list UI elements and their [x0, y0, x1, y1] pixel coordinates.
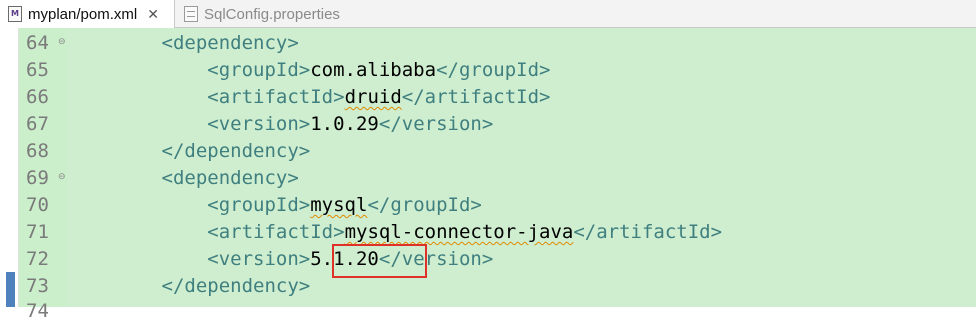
code-line[interactable]: 65 <groupId>com.alibaba</groupId>	[0, 57, 976, 84]
line-number: 71	[26, 221, 49, 243]
xml-tag: <artifactId>	[207, 86, 345, 108]
code-text[interactable]: <version>1.0.29</version>	[70, 111, 493, 138]
code-line[interactable]: 67 <version>1.0.29</version>	[0, 111, 976, 138]
xml-value: druid	[344, 86, 402, 108]
xml-tag: </artifactId>	[573, 221, 723, 243]
xml-value: 1.0.29	[310, 113, 379, 135]
xml-tag: <dependency>	[161, 167, 299, 189]
annotation-box	[332, 244, 427, 278]
code-text[interactable]: <groupId>com.alibaba</groupId>	[70, 57, 550, 84]
code-line[interactable]: 71 <artifactId>mysql-connector-java</art…	[0, 219, 976, 246]
line-number: 70	[26, 194, 49, 216]
code-line[interactable]: 66 <artifactId>druid</artifactId>	[0, 84, 976, 111]
line-number: 65	[26, 59, 49, 81]
xml-tag: </artifactId>	[401, 86, 551, 108]
code-text[interactable]: <version>5.1.20</version>	[70, 246, 493, 273]
line-number: 68	[26, 140, 49, 162]
xml-tag: </version>	[378, 113, 494, 135]
xml-tag: </dependency>	[161, 140, 311, 162]
maven-xml-file-icon: M	[8, 6, 22, 22]
code-line[interactable]: 68 </dependency>	[0, 138, 976, 165]
code-line[interactable]: 64 ⊖ <dependency>	[0, 30, 976, 57]
xml-value: mysql	[310, 194, 368, 216]
xml-tag: <version>	[207, 248, 311, 270]
xml-tag: <artifactId>	[207, 221, 345, 243]
code-text[interactable]: <dependency>	[70, 165, 299, 192]
code-text[interactable]: </dependency>	[70, 138, 311, 165]
code-text[interactable]: <artifactId>mysql-connector-java</artifa…	[70, 219, 722, 246]
xml-tag: </groupId>	[436, 59, 551, 81]
code-line[interactable]: 69 ⊖ <dependency>	[0, 165, 976, 192]
xml-value: mysql-connector-java	[344, 221, 574, 243]
tab-sqlconfig-properties[interactable]: SqlConfig.properties	[180, 0, 380, 28]
close-icon[interactable]: ✕	[147, 6, 159, 23]
xml-tag: <groupId>	[207, 59, 311, 81]
line-number: 73	[26, 275, 49, 297]
xml-tag: </dependency>	[161, 275, 311, 297]
tab-pom-xml[interactable]: M myplan/pom.xml ✕	[0, 0, 175, 28]
line-number: 72	[26, 248, 49, 270]
xml-tag: <dependency>	[161, 32, 299, 54]
xml-tag: <version>	[207, 113, 311, 135]
line-number: 74	[26, 300, 49, 322]
xml-tag: </groupId>	[367, 194, 482, 216]
editor-tab-bar: M myplan/pom.xml ✕ SqlConfig.properties	[0, 0, 976, 28]
properties-file-icon	[184, 6, 198, 22]
code-line[interactable]: 72 <version>5.1.20</version>	[0, 246, 976, 273]
xml-value: com.alibaba	[310, 59, 437, 81]
tab-label: SqlConfig.properties	[204, 5, 340, 23]
code-text[interactable]: <artifactId>druid</artifactId>	[70, 84, 550, 111]
code-text[interactable]: </dependency>	[70, 273, 311, 300]
fold-collapse-icon[interactable]: ⊖	[58, 38, 66, 47]
tab-label: myplan/pom.xml	[28, 5, 138, 23]
line-number: 67	[26, 113, 49, 135]
code-line[interactable]: 70 <groupId>mysql</groupId>	[0, 192, 976, 219]
partial-line: 74	[0, 298, 976, 325]
xml-tag: <groupId>	[207, 194, 311, 216]
code-line[interactable]: 73 </dependency>	[0, 273, 976, 300]
code-text[interactable]: <dependency>	[70, 30, 299, 57]
code-editor[interactable]: 64 ⊖ <dependency> 65 <groupId>com.alibaba<…	[0, 28, 976, 322]
fold-collapse-icon[interactable]: ⊖	[58, 173, 66, 182]
line-number: 66	[26, 86, 49, 108]
code-text[interactable]: <groupId>mysql</groupId>	[70, 192, 482, 219]
